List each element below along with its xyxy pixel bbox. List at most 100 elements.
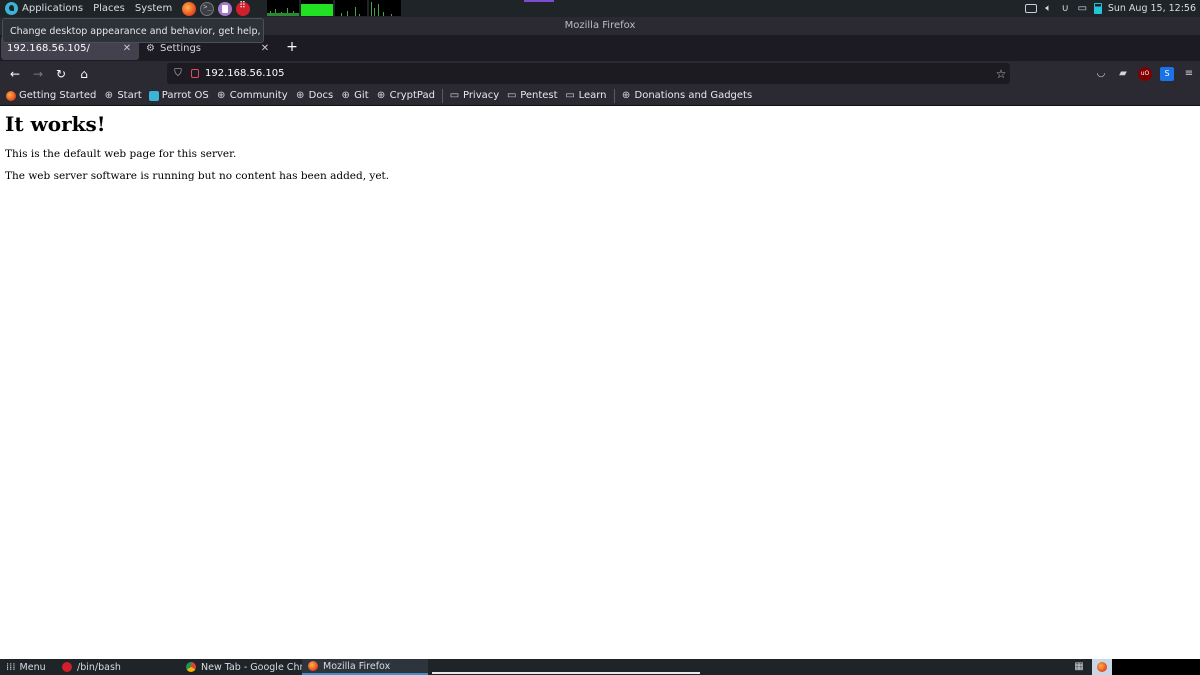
menu-label: Menu	[19, 661, 46, 673]
bookmark-star-icon[interactable]: ☆	[992, 67, 1010, 81]
taskbar-item-firefox[interactable]: Mozilla Firefox	[302, 659, 428, 675]
bookmark-label: Parrot OS	[161, 90, 209, 101]
clock[interactable]: Sun Aug 15, 12:56	[1108, 3, 1196, 14]
bookmarks-toolbar: Getting Started ⊕ Start Parrot OS ⊕ Comm…	[0, 86, 1200, 106]
firefox-icon	[1097, 662, 1107, 672]
taskbar-item-blank[interactable]	[432, 660, 700, 674]
bookmark-label: CryptPad	[389, 90, 435, 101]
bookmark-label: Learn	[578, 90, 607, 101]
back-button[interactable]: ←	[4, 63, 26, 85]
ublock-origin-icon[interactable]: uO	[1138, 66, 1152, 81]
cpu-graph	[267, 0, 299, 16]
tooltip: Change desktop appearance and behavior, …	[2, 18, 264, 43]
globe-icon: ⊕	[621, 90, 631, 101]
system-menu[interactable]: System	[135, 3, 172, 14]
folder-icon: ▭	[506, 90, 517, 101]
network-graph	[335, 0, 367, 16]
url-bar[interactable]: ⛉ 192.168.56.105 ☆	[167, 63, 1010, 84]
bookmark-separator	[441, 88, 443, 103]
display-icon[interactable]: ▭	[1077, 3, 1088, 14]
bookmark-label: Docs	[308, 90, 334, 101]
desktop: Applications Places System >_ ⠿ 🔈︎ ∪ ▭ S…	[0, 0, 1200, 675]
parrot-logo-icon[interactable]	[5, 2, 18, 15]
applications-menu[interactable]: Applications	[22, 3, 83, 14]
page-content: It works! This is the default web page f…	[0, 106, 1200, 659]
globe-icon: ⊕	[295, 90, 305, 101]
bottom-panel-right: ▦	[1072, 659, 1200, 675]
tab-title: Settings	[160, 42, 202, 54]
top-panel-left: Applications Places System	[0, 0, 254, 17]
globe-icon: ⊕	[341, 90, 350, 101]
bookmark-parrot-os[interactable]: Parrot OS	[148, 90, 209, 101]
workspace-switcher-icon[interactable]: ▦	[1072, 661, 1086, 673]
bookmark-label: Community	[229, 90, 288, 101]
terminal-launcher-icon[interactable]	[200, 1, 215, 16]
bookmark-cryptpad[interactable]: ⊕ CryptPad	[376, 90, 435, 101]
blue-extension-icon[interactable]: S	[1160, 66, 1174, 81]
extension-icon[interactable]: ▰	[1116, 67, 1130, 81]
task-label: New Tab - Google Chro...	[201, 661, 302, 673]
taskbar-item-bash[interactable]: /bin/bash	[56, 659, 180, 675]
bookmark-docs[interactable]: ⊕ Docs	[295, 90, 334, 101]
parrot-tools-launcher-icon[interactable]	[236, 1, 251, 16]
workspace-2[interactable]	[1112, 659, 1200, 675]
globe-icon: ⊕	[217, 90, 226, 101]
pocket-icon[interactable]: ◡	[1094, 67, 1108, 81]
disk-graph	[369, 0, 401, 16]
parrot-icon	[148, 90, 159, 101]
globe-icon: ⊕	[376, 90, 386, 101]
new-tab-button[interactable]: +	[281, 35, 303, 61]
top-panel-tray: 🔈︎ ∪ ▭ Sun Aug 15, 12:56	[1024, 0, 1196, 17]
close-tab-icon[interactable]: ✕	[121, 43, 133, 54]
folder-icon: ▭	[449, 90, 460, 101]
bookmark-folder-privacy[interactable]: ▭ Privacy	[449, 90, 499, 101]
menu-grid-icon: ⁞⁞⁞	[6, 661, 16, 673]
tracking-protection-shield-icon[interactable]: ⛉	[171, 67, 185, 81]
bottom-panel: ⁞⁞⁞ Menu /bin/bash New Tab - Google Chro…	[0, 659, 1200, 675]
forward-button[interactable]: →	[27, 63, 49, 85]
bookmark-label: Start	[117, 90, 142, 101]
url-text[interactable]: 192.168.56.105	[205, 68, 992, 79]
bookmark-label: Donations and Gadgets	[634, 90, 753, 101]
close-tab-icon[interactable]: ✕	[259, 43, 271, 54]
bookmark-folder-learn[interactable]: ▭ Learn	[565, 90, 607, 101]
bookmark-folder-pentest[interactable]: ▭ Pentest	[506, 90, 558, 101]
task-label: Mozilla Firefox	[323, 660, 391, 672]
bookmark-label: Privacy	[462, 90, 500, 101]
bookmark-git[interactable]: ⊕ Git	[340, 90, 368, 101]
insecure-lock-icon[interactable]	[191, 69, 199, 78]
paragraph-no-content: The web server software is running but n…	[5, 170, 390, 182]
bookmark-label: Git	[354, 90, 369, 101]
keyboard-icon[interactable]	[1024, 4, 1037, 13]
globe-icon: ⊕	[104, 90, 114, 101]
bookmark-label: Pentest	[520, 90, 558, 101]
paragraph-default-page: This is the default web page for this se…	[5, 148, 237, 160]
workspace-indicator[interactable]	[524, 0, 554, 2]
bookmark-community[interactable]: ⊕ Community	[216, 90, 288, 101]
task-label: /bin/bash	[77, 661, 121, 673]
folder-icon: ▭	[565, 90, 575, 101]
firefox-launcher-icon[interactable]	[182, 1, 197, 16]
places-menu[interactable]: Places	[93, 3, 125, 14]
taskbar-item-chrome[interactable]: New Tab - Google Chro...	[180, 659, 302, 675]
bookmark-start[interactable]: ⊕ Start	[103, 90, 142, 101]
bookmark-getting-started[interactable]: Getting Started	[6, 90, 96, 101]
system-monitor-graphs[interactable]	[267, 0, 401, 16]
notes-launcher-icon[interactable]	[218, 1, 233, 16]
top-panel: Applications Places System >_ ⠿ 🔈︎ ∪ ▭ S…	[0, 0, 1200, 17]
navigation-toolbar: ← → ↻ ⌂ ⛉ 192.168.56.105 ☆ ◡ ▰ uO S ≡	[0, 61, 1200, 86]
volume-icon[interactable]: 🔈︎	[1043, 3, 1054, 14]
toolbar-extensions: ◡ ▰ uO S ≡	[1094, 61, 1196, 86]
home-button[interactable]: ⌂	[73, 63, 95, 85]
bookmark-donations-and-gadgets[interactable]: ⊕ Donations and Gadgets	[621, 90, 753, 101]
hamburger-menu-icon[interactable]: ≡	[1182, 67, 1196, 81]
magnet-icon[interactable]: ∪	[1060, 3, 1071, 14]
gear-icon: ⚙	[146, 42, 155, 54]
workspace-1-firefox[interactable]	[1092, 659, 1112, 675]
chrome-icon	[186, 662, 196, 672]
reload-button[interactable]: ↻	[50, 63, 72, 85]
firefox-icon	[6, 90, 16, 101]
battery-icon[interactable]	[1093, 3, 1102, 14]
firefox-icon	[308, 661, 318, 671]
main-menu-button[interactable]: ⁞⁞⁞ Menu	[0, 662, 52, 673]
